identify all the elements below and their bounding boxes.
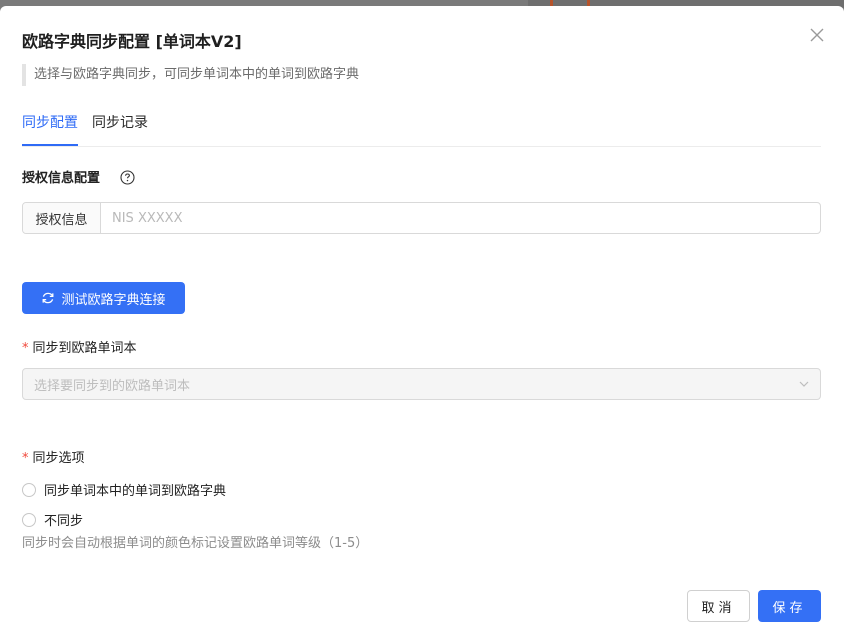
sync-hint-text: 同步时会自动根据单词的颜色标记设置欧路单词等级（1-5） — [22, 536, 369, 551]
cancel-button[interactable]: 取消 — [687, 590, 750, 622]
save-button[interactable]: 保存 — [758, 590, 821, 622]
wordbook-select[interactable]: 选择要同步到的欧路单词本 — [22, 368, 821, 400]
test-connection-label: 测试欧路字典连接 — [61, 291, 166, 307]
radio-circle[interactable] — [22, 482, 36, 497]
radio-no-sync[interactable]: 不同步 — [22, 510, 83, 529]
wordbook-label-text: 同步到欧路单词本 — [32, 341, 137, 356]
tab-sync-history[interactable]: 同步记录 — [92, 114, 148, 144]
radio-circle[interactable] — [22, 512, 36, 527]
dialog-title: 欧路字典同步配置 [单词本V2] — [22, 32, 242, 51]
sync-options-label-text: 同步选项 — [32, 451, 85, 466]
test-connection-button[interactable]: 测试欧路字典连接 — [22, 282, 185, 314]
wordbook-select-placeholder: 选择要同步到的欧路单词本 — [34, 378, 191, 394]
radio-sync-to-eudic[interactable]: 同步单词本中的单词到欧路字典 — [22, 480, 226, 499]
required-mark: * — [22, 341, 29, 356]
auth-addon-label: 授权信息 — [23, 203, 101, 233]
help-button[interactable] — [120, 170, 135, 185]
question-circle-icon — [120, 170, 135, 185]
refresh-icon — [43, 292, 54, 304]
auth-section-label: 授权信息配置 — [22, 171, 101, 186]
tab-bar: 同步配置 同步记录 — [22, 114, 821, 147]
auth-input-group: 授权信息 — [22, 202, 821, 234]
dialog-description: 选择与欧路字典同步，可同步单词本中的单词到欧路字典 — [22, 64, 359, 86]
close-icon — [810, 28, 824, 42]
wordbook-field-label: * 同步到欧路单词本 — [22, 340, 137, 358]
radio-label: 同步单词本中的单词到欧路字典 — [44, 484, 227, 499]
sync-options-field-label: * 同步选项 — [22, 450, 85, 468]
tab-sync-config[interactable]: 同步配置 — [22, 114, 78, 146]
auth-info-input[interactable] — [101, 203, 820, 233]
required-mark: * — [22, 451, 29, 466]
radio-label: 不同步 — [44, 514, 84, 529]
sync-config-dialog: 欧路字典同步配置 [单词本V2] 选择与欧路字典同步，可同步单词本中的单词到欧路… — [0, 6, 844, 632]
chevron-down-icon — [799, 381, 809, 387]
close-button[interactable] — [806, 24, 828, 46]
